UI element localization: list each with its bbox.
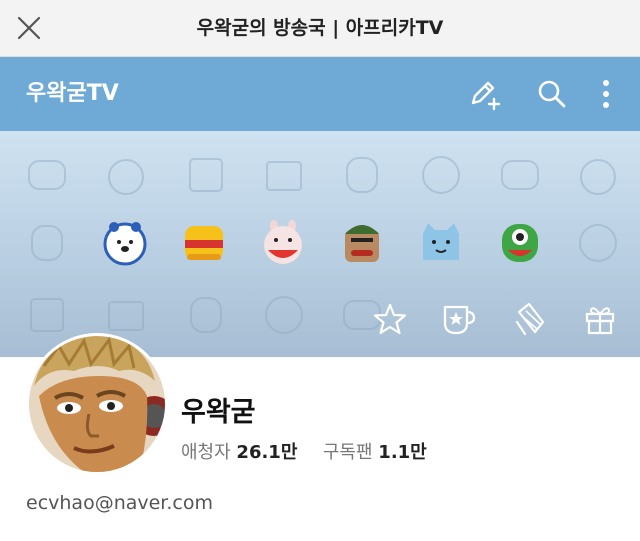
soldier-emoticon-icon	[345, 225, 379, 262]
subscribers-label: 구독팬	[322, 442, 373, 463]
pattern-icon	[422, 156, 460, 194]
pattern-icon	[580, 159, 616, 195]
favorite-button[interactable]	[370, 299, 410, 339]
pattern-icon	[579, 224, 617, 262]
star-icon	[373, 303, 407, 335]
channel-name[interactable]: 우왁굳TV	[26, 57, 119, 131]
pattern-icon	[28, 160, 66, 190]
pattern-icon	[108, 301, 144, 331]
streamer-nickname: 우왁굳	[181, 397, 256, 428]
pattern-icon	[265, 296, 303, 334]
app-header: 우왁굳TV	[0, 57, 640, 131]
green-monster-emoticon-icon	[502, 224, 538, 262]
pattern-icon	[346, 157, 378, 193]
gift-button[interactable]	[580, 299, 620, 339]
search-button[interactable]	[534, 76, 570, 112]
gift-icon	[585, 307, 615, 335]
fans-count: 26.1만	[236, 442, 298, 463]
pink-rabbit-emoticon-icon	[264, 220, 302, 264]
more-vertical-icon	[603, 80, 609, 108]
page-title: 우왁굳의 방송국 | 아프리카TV	[196, 17, 444, 39]
ribbon-icon	[515, 302, 545, 336]
pattern-icon	[108, 159, 144, 195]
pattern-icon	[31, 225, 63, 261]
pencil-plus-icon	[471, 81, 501, 111]
pattern-icon	[30, 298, 64, 332]
channel-banner	[0, 131, 640, 357]
pattern-icon	[190, 297, 222, 333]
subscribers-count: 1.1만	[378, 442, 427, 463]
blue-cat-emoticon-icon	[423, 223, 459, 260]
pattern-icon	[266, 161, 302, 191]
yellow-bird-emoticon-icon	[185, 226, 223, 260]
search-icon	[538, 80, 566, 108]
mug-icon	[443, 305, 476, 335]
channel-stats: 애청자 26.1만 구독팬 1.1만	[181, 438, 427, 464]
write-post-button[interactable]	[466, 76, 502, 112]
more-menu-button[interactable]	[588, 76, 624, 112]
fans-label: 애청자	[181, 442, 231, 463]
close-button[interactable]	[12, 11, 46, 45]
sticker-button[interactable]	[510, 299, 550, 339]
polar-bear-emoticon-icon	[103, 222, 147, 266]
subscribe-button[interactable]	[438, 299, 478, 339]
profile-portrait-icon	[29, 336, 165, 472]
close-icon	[17, 16, 41, 40]
top-bar: 우왁굳의 방송국 | 아프리카TV	[0, 0, 640, 57]
pattern-icon	[189, 158, 223, 192]
pattern-icon	[501, 160, 539, 190]
avatar[interactable]	[26, 333, 168, 475]
contact-email[interactable]: ecvhao@naver.com	[26, 492, 213, 514]
